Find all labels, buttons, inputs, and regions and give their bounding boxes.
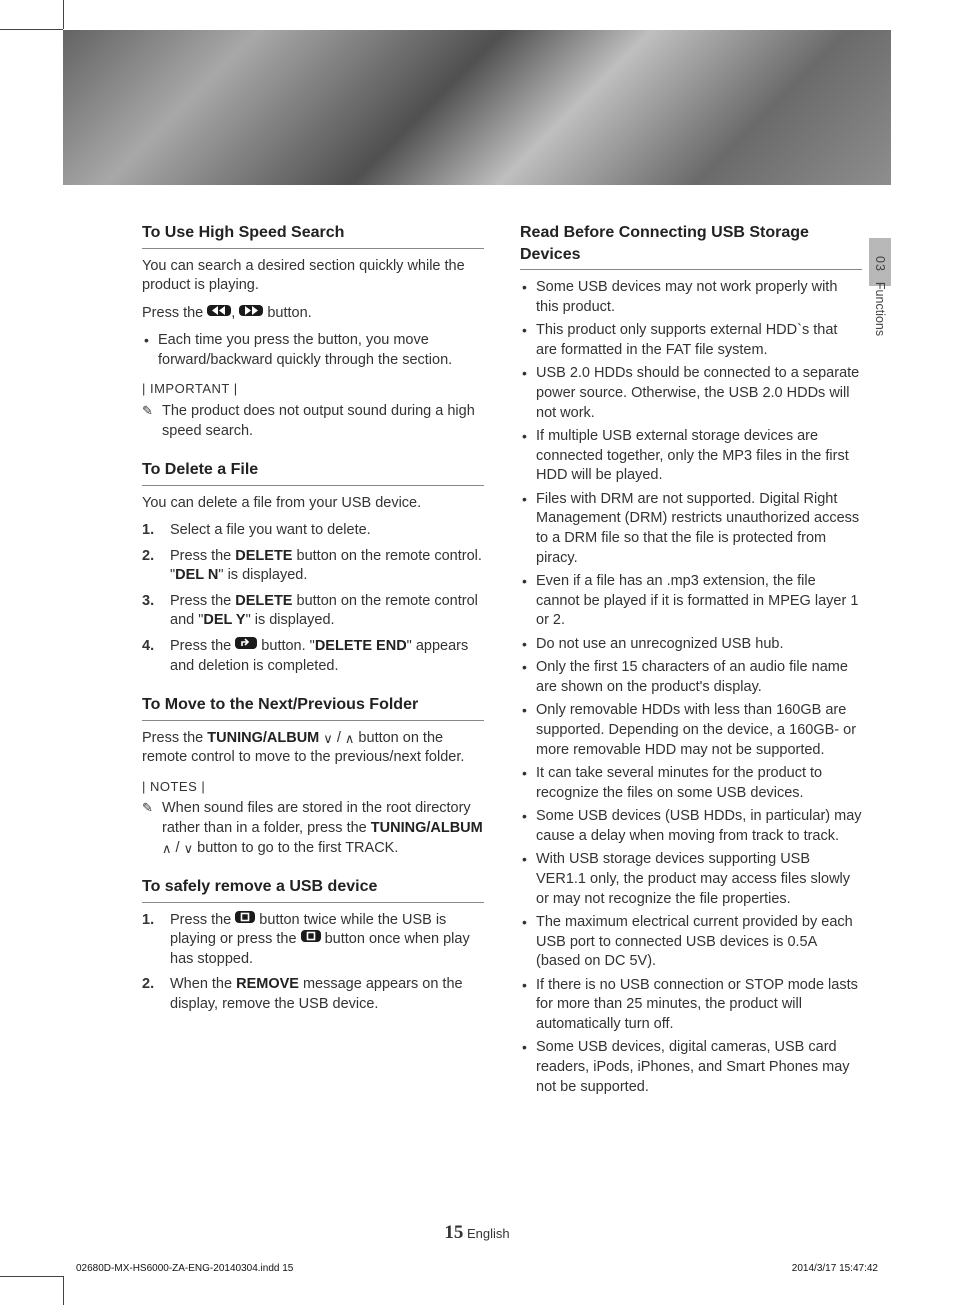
up-arrow-icon: ∧ <box>345 730 355 748</box>
important-tag: | IMPORTANT | <box>142 380 484 398</box>
list-item: If multiple USB external storage devices… <box>520 427 862 486</box>
enter-icon <box>235 637 257 649</box>
down-arrow-icon: ∨ <box>323 730 333 748</box>
stop-icon <box>235 911 255 923</box>
section-title: To Move to the Next/Previous Folder <box>142 694 484 721</box>
list-item: USB 2.0 HDDs should be connected to a se… <box>520 364 862 423</box>
chapter-title: Functions <box>873 282 887 336</box>
list-item: 1. Press the button twice while the USB … <box>142 911 484 970</box>
crop-mark <box>63 0 64 29</box>
list-item: Even if a file has an .mp3 extension, th… <box>520 572 862 631</box>
paragraph: You can search a desired section quickly… <box>142 257 484 296</box>
section-title: To Delete a File <box>142 459 484 486</box>
note-item: The product does not output sound during… <box>142 402 484 441</box>
left-column: To Use High Speed Search You can search … <box>142 222 484 1101</box>
list-item: Some USB devices (USB HDDs, in particula… <box>520 807 862 846</box>
list-item: 2.Press the DELETE button on the remote … <box>142 547 484 586</box>
fast-forward-icon <box>239 305 263 316</box>
list-item: 1.Select a file you want to delete. <box>142 521 484 541</box>
list-item: 2. When the REMOVE message appears on th… <box>142 975 484 1014</box>
page-footer: 15 English <box>0 1220 954 1246</box>
header-banner <box>63 30 891 185</box>
print-timestamp: 2014/3/17 15:47:42 <box>792 1262 878 1276</box>
list-item: Some USB devices, digital cameras, USB c… <box>520 1038 862 1097</box>
content-columns: To Use High Speed Search You can search … <box>142 222 862 1101</box>
crop-mark <box>0 1276 63 1277</box>
section-title: To safely remove a USB device <box>142 876 484 903</box>
usb-notes-list: Some USB devices may not work properly w… <box>520 278 862 1097</box>
note-item: When sound files are stored in the root … <box>142 799 484 858</box>
chapter-number: 03 <box>873 256 887 272</box>
list-item: It can take several minutes for the prod… <box>520 764 862 803</box>
list-item: Files with DRM are not supported. Digita… <box>520 490 862 568</box>
page-number: 15 <box>444 1222 463 1243</box>
section-title: To Use High Speed Search <box>142 222 484 249</box>
page-language: English <box>467 1226 510 1241</box>
list-item: Some USB devices may not work properly w… <box>520 278 862 317</box>
rewind-icon <box>207 305 231 316</box>
paragraph: Press the TUNING/ALBUM ∨ / ∧ button on t… <box>142 729 484 768</box>
list-item: 3.Press the DELETE button on the remote … <box>142 592 484 631</box>
right-column: Read Before Connecting USB Storage Devic… <box>520 222 862 1101</box>
stop-icon <box>301 930 321 942</box>
notes-tag: | NOTES | <box>142 778 484 796</box>
list-item: Each time you press the button, you move… <box>142 331 484 370</box>
section-title: Read Before Connecting USB Storage Devic… <box>520 222 862 270</box>
list-item: Only removable HDDs with less than 160GB… <box>520 701 862 760</box>
print-filename: 02680D-MX-HS6000-ZA-ENG-20140304.indd 15 <box>76 1262 293 1276</box>
side-chapter-label: 03 Functions <box>871 256 888 336</box>
list-item: Only the first 15 characters of an audio… <box>520 658 862 697</box>
up-arrow-icon: ∧ <box>162 840 172 858</box>
list-item: If there is no USB connection or STOP mo… <box>520 976 862 1035</box>
paragraph: Press the , button. <box>142 304 484 324</box>
paragraph: You can delete a file from your USB devi… <box>142 494 484 514</box>
list-item: 4.Press the button. "DELETE END" appears… <box>142 637 484 676</box>
list-item: Do not use an unrecognized USB hub. <box>520 635 862 655</box>
down-arrow-icon: ∨ <box>184 840 194 858</box>
list-item: This product only supports external HDD`… <box>520 321 862 360</box>
crop-mark <box>63 1276 64 1305</box>
crop-mark <box>0 29 63 30</box>
list-item: With USB storage devices supporting USB … <box>520 850 862 909</box>
list-item: The maximum electrical current provided … <box>520 913 862 972</box>
